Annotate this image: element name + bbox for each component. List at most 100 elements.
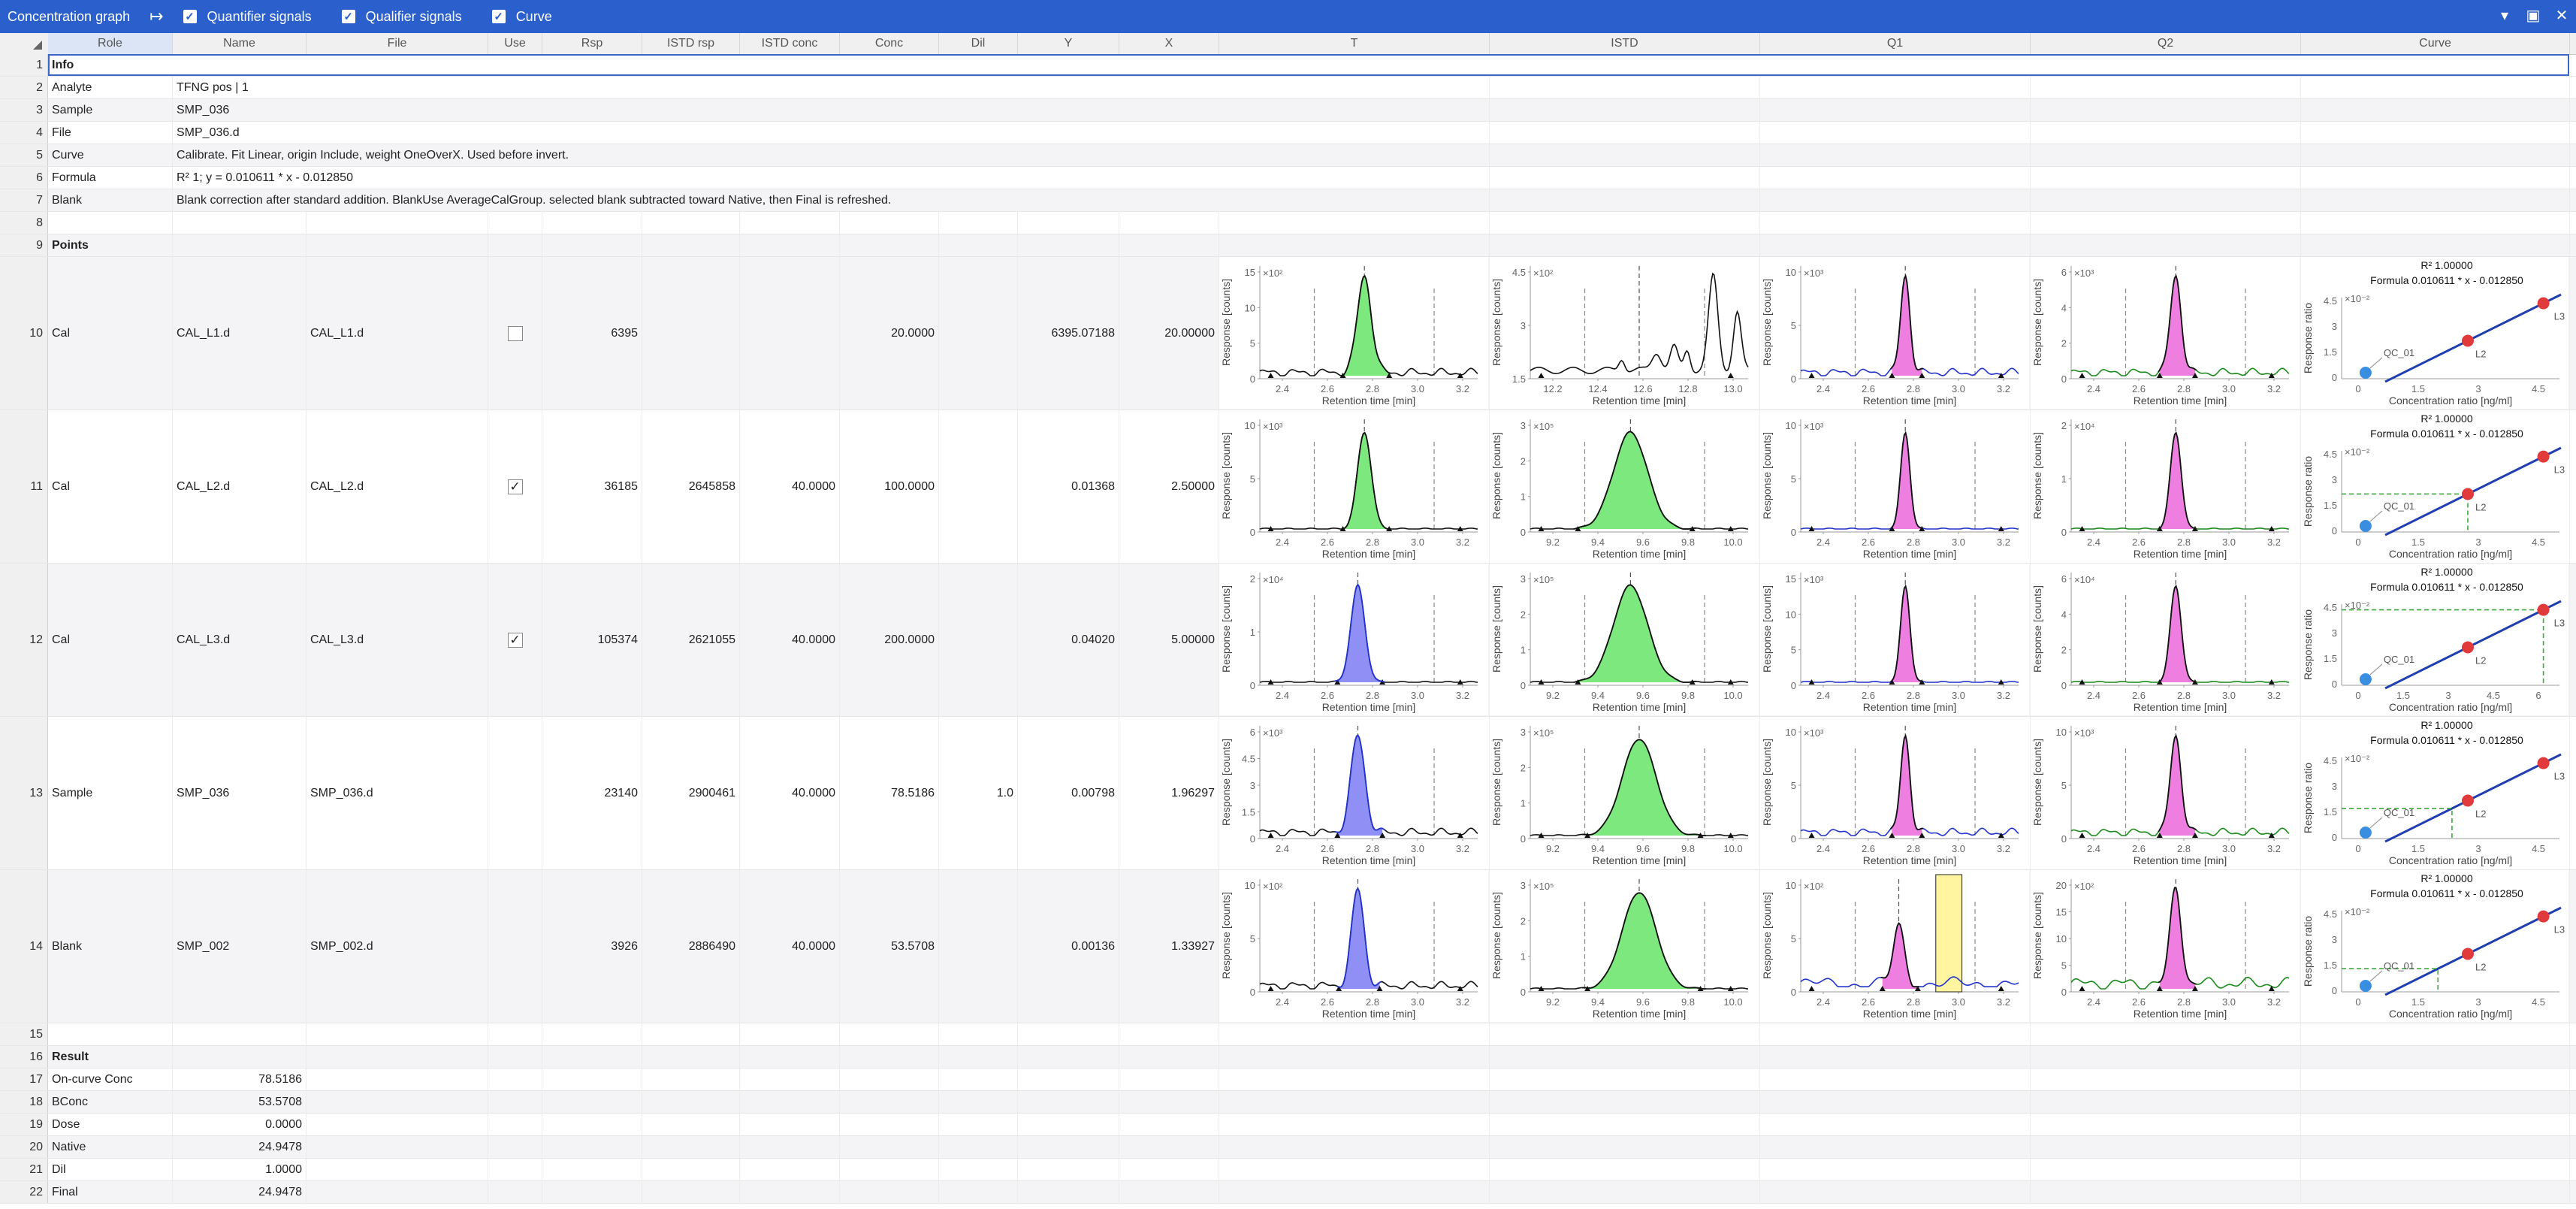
cell-istd-rsp[interactable]	[642, 234, 740, 256]
calibration-point-l2[interactable]	[2461, 948, 2474, 960]
cell-q1[interactable]	[1760, 1181, 2031, 1203]
cell-dil[interactable]	[939, 1068, 1018, 1090]
cell-q1[interactable]	[1760, 144, 2031, 166]
row-number[interactable]: 19	[0, 1114, 48, 1135]
cell-q1[interactable]	[1760, 122, 2031, 144]
cell-use[interactable]	[488, 1159, 542, 1180]
cell-file[interactable]	[307, 1091, 488, 1113]
toggle-curve[interactable]: ✓ Curve	[491, 9, 552, 25]
cell-x[interactable]: 20.00000	[1119, 257, 1219, 410]
cell-curve[interactable]	[2301, 1046, 2570, 1068]
cell-conc[interactable]	[840, 1181, 939, 1203]
row-number[interactable]: 10	[0, 257, 48, 410]
cell-q1[interactable]	[1760, 77, 2031, 98]
cell-y[interactable]	[1018, 1023, 1119, 1045]
cell-t[interactable]	[1219, 234, 1490, 256]
cell-istd[interactable]	[1490, 1114, 1760, 1135]
qualifier2-chromatogram[interactable]: ×10⁴ 6 4 2 0 2.4 2.6 2.8 3.0 3.2 Retention time [m…	[2031, 564, 2301, 716]
cell-istd-rsp[interactable]	[642, 1023, 740, 1045]
info-key[interactable]: Analyte	[48, 77, 173, 98]
cell-curve[interactable]	[2301, 1114, 2570, 1135]
qualifier1-chromatogram[interactable]: ×10³ 10 5 0 2.4 2.6 2.8 3.0 3.2 Retention time [m…	[1760, 257, 2031, 410]
qualifier1-chromatogram[interactable]: ×10³ 10 5 0 2.4 2.6 2.8 3.0 3.2 Retention time [m…	[1760, 410, 2031, 563]
cell-istd[interactable]	[1490, 144, 1760, 166]
cell-use[interactable]: ✓	[488, 410, 542, 563]
point-row[interactable]: 13 Sample SMP_036 SMP_036.d 23140 2900461 40.0…	[0, 717, 2576, 870]
cell-istd-rsp[interactable]	[642, 1159, 740, 1180]
row-number[interactable]: 12	[0, 564, 48, 716]
cell-use[interactable]	[488, 234, 542, 256]
info-value[interactable]: Blank correction after standard addition…	[173, 189, 1219, 211]
info-row[interactable]: 5 Curve Calibrate. Fit Linear, origin Incl…	[0, 144, 2576, 167]
cell-curve[interactable]	[2301, 77, 2570, 98]
cell-istd-conc[interactable]	[740, 1181, 840, 1203]
cell-t[interactable]	[1219, 1091, 1490, 1113]
column-header-t[interactable]: T	[1219, 33, 1490, 54]
cell-q1[interactable]	[1760, 1114, 2031, 1135]
cell-rsp[interactable]: 23140	[542, 717, 642, 869]
cell-istd-rsp[interactable]: 2900461	[642, 717, 740, 869]
result-row[interactable]: 18 BConc 53.5708	[0, 1091, 2576, 1114]
calibration-point-l3[interactable]	[2537, 450, 2550, 463]
cell-q2[interactable]	[2031, 1181, 2301, 1203]
istd-chromatogram[interactable]: ×10⁵ 3 2 1 0 9.2 9.4 9.6 9.8 10.0 Retention time […	[1490, 564, 1760, 716]
cell-istd[interactable]	[1490, 1136, 1760, 1158]
cell-istd-conc[interactable]	[740, 1136, 840, 1158]
empty-row[interactable]: 8	[0, 212, 2576, 234]
info-value[interactable]: SMP_036	[173, 99, 1219, 121]
quantifier-chromatogram[interactable]: ×10³ 6 4.5 3 1.5 0 2.4 2.6 2.8 3.0 3.2 Retention ti…	[1219, 717, 1490, 869]
info-row[interactable]: 3 Sample SMP_036	[0, 99, 2576, 122]
cell-istd-conc[interactable]	[740, 257, 840, 410]
cell-istd[interactable]	[1490, 167, 1760, 189]
cell-file[interactable]	[307, 1046, 488, 1068]
info-key[interactable]: Blank	[48, 189, 173, 211]
cell-rsp[interactable]: 105374	[542, 564, 642, 716]
cell-use[interactable]	[488, 1023, 542, 1045]
cell-t[interactable]	[1219, 99, 1490, 121]
result-key[interactable]: Native	[48, 1136, 173, 1158]
cell-istd-conc[interactable]	[740, 1159, 840, 1180]
cell-curve[interactable]	[2301, 1091, 2570, 1113]
result-key[interactable]: On-curve Conc	[48, 1068, 173, 1090]
result-value[interactable]: 53.5708	[173, 1091, 307, 1113]
point-row[interactable]: 14 Blank SMP_002 SMP_002.d 3926 2886490 40.000…	[0, 870, 2576, 1023]
column-header-rsp[interactable]: Rsp	[542, 33, 642, 54]
cell-istd[interactable]	[1490, 99, 1760, 121]
cell-q2[interactable]	[2031, 77, 2301, 98]
cell-istd[interactable]	[1490, 122, 1760, 144]
row-number[interactable]: 1	[0, 54, 48, 76]
cell-x[interactable]: 2.50000	[1119, 410, 1219, 563]
column-header-role[interactable]: Role	[48, 33, 173, 54]
cell-y[interactable]	[1018, 212, 1119, 234]
cell-t[interactable]	[1219, 1114, 1490, 1135]
result-value[interactable]: 0.0000	[173, 1114, 307, 1135]
cell-role[interactable]	[48, 1023, 173, 1045]
cell-file[interactable]	[307, 1136, 488, 1158]
cell-conc[interactable]: 78.5186	[840, 717, 939, 869]
calibration-curve-plot[interactable]: R² 1.00000 Formula 0.010611 * x - 0.01285…	[2301, 870, 2570, 1023]
qualifier2-chromatogram[interactable]: ×10⁴ 2 1 0 2.4 2.6 2.8 3.0 3.2 Retention time [mi…	[2031, 410, 2301, 563]
quantifier-chromatogram[interactable]: ×10² 10 5 0 2.4 2.6 2.8 3.0 3.2 Retention time [m…	[1219, 870, 1490, 1023]
info-value[interactable]: R² 1; y = 0.010611 * x - 0.012850	[173, 167, 1219, 189]
cell-q2[interactable]	[2031, 1136, 2301, 1158]
cell-istd-conc[interactable]	[740, 1091, 840, 1113]
cell-istd-conc[interactable]	[740, 1068, 840, 1090]
result-value[interactable]: 24.9478	[173, 1136, 307, 1158]
column-header-dil[interactable]: Dil	[939, 33, 1018, 54]
cell-dil[interactable]	[939, 1136, 1018, 1158]
cell-t[interactable]	[1219, 1023, 1490, 1045]
qualifier2-chromatogram[interactable]: ×10³ 10 5 0 2.4 2.6 2.8 3.0 3.2 Retention time [m…	[2031, 717, 2301, 869]
cell-q1[interactable]	[1760, 167, 2031, 189]
row-number[interactable]: 7	[0, 189, 48, 211]
cell-istd[interactable]	[1490, 189, 1760, 211]
cell-q1[interactable]	[1760, 1046, 2031, 1068]
qc-point[interactable]	[2359, 367, 2372, 379]
checkbox-checked-icon[interactable]: ✓	[183, 10, 197, 23]
cell-dil[interactable]	[939, 234, 1018, 256]
section-heading-result[interactable]: Result	[48, 1046, 173, 1068]
column-header-use[interactable]: Use	[488, 33, 542, 54]
info-row[interactable]: 4 File SMP_036.d	[0, 122, 2576, 144]
quantifier-chromatogram[interactable]: ×10² 15 10 5 0 2.4 2.6 2.8 3.0 3.2 Retention time …	[1219, 257, 1490, 410]
cell-q1[interactable]	[1760, 1136, 2031, 1158]
row-number[interactable]: 6	[0, 167, 48, 189]
